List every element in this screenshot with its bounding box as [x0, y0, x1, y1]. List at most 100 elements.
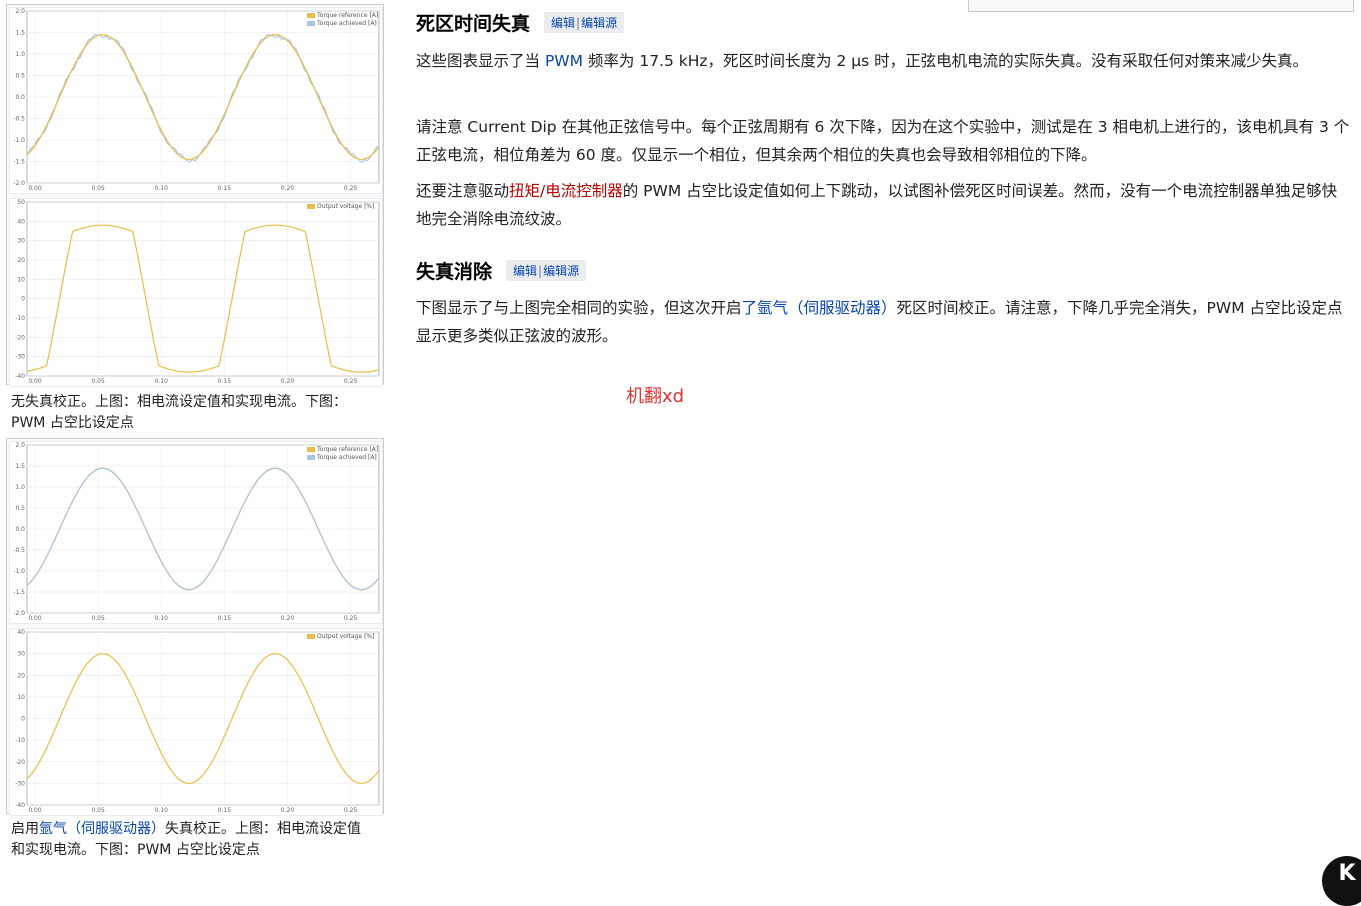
y-tick-label: 30	[17, 651, 25, 658]
y-tick-label: -20	[15, 334, 25, 341]
chart-voltage-no-correction: 50 40 30 20 10 0 -10 -20 -30 -400.00 0.05 0.10 0.15 0…	[9, 198, 383, 387]
legend-swatch	[307, 634, 315, 639]
paragraph-1: 这些图表显示了当 PWM 频率为 17.5 kHz，死区时间长度为 2 µs 时…	[416, 47, 1352, 75]
link-torque-controller[interactable]: 扭矩/电流控制器	[509, 182, 623, 200]
chart-torque-no-correction: 2.0 1.5 1.0 0.5 0.0 -0.5 -1.0 -1.5 -2.00.00 0.05 0…	[9, 7, 383, 194]
y-tick-label: -10	[15, 315, 25, 322]
x-tick-label: 0.05	[91, 615, 105, 622]
y-tick-label: -0.5	[13, 547, 25, 554]
y-tick-label: 1.0	[15, 484, 25, 491]
paragraph-3: 还要注意驱动扭矩/电流控制器的 PWM 占空比设定值如何上下跳动，以试图补偿死区…	[416, 177, 1352, 233]
y-tick-label: -1.5	[13, 589, 25, 596]
y-tick-label: 1.5	[15, 463, 25, 470]
figure-with-correction: 2.0 1.5 1.0 0.5 0.0 -0.5 -1.0 -1.5 -2.0 0.00 0.05 0…	[6, 438, 384, 816]
legend-swatch	[307, 447, 315, 452]
top-infobox-edge	[968, 0, 1354, 12]
y-tick-label: -30	[15, 354, 25, 361]
legend-label: Torque achieved [A]	[316, 20, 377, 27]
y-tick-label: 0.0	[15, 94, 25, 101]
caption-text: 无失真校正。上图：相电流设定值和实现电流。下图：PWM 占空比设定点	[11, 394, 347, 431]
figure-no-correction: 2.0 1.5 1.0 0.5 0.0 -0.5 -1.0 -1.5 -2.0 0.00 0.05 0…	[6, 4, 384, 387]
machine-translation-note: 机翻xd	[626, 386, 685, 407]
x-tick-label: 0.10	[155, 615, 169, 622]
edit-links: 编辑|编辑源	[506, 260, 587, 281]
section-heading-distortion-elimination: 失真消除 编辑|编辑源	[416, 257, 587, 284]
y-tick-label: -1.5	[13, 159, 25, 166]
link-pwm[interactable]: PWM	[545, 52, 583, 70]
text: 还要注意驱动	[416, 182, 510, 200]
x-tick-label: 0.15	[218, 615, 232, 622]
x-tick-label: 0.10	[155, 378, 169, 385]
x-tick-label: 0.20	[281, 615, 295, 622]
y-tick-label: -2.0	[13, 610, 25, 617]
legend-label: Output voltage [%]	[317, 633, 374, 640]
x-tick-label: 0.25	[344, 615, 358, 622]
y-tick-label: 20	[17, 257, 25, 264]
x-tick-label: 0.00	[28, 615, 42, 622]
x-tick-label: 0.25	[344, 807, 358, 814]
figure-caption-no-correction: 无失真校正。上图：相电流设定值和实现电流。下图：PWM 占空比设定点	[11, 392, 371, 434]
edit-link[interactable]: 编辑	[551, 16, 575, 30]
paragraph-4: 下图显示了与上图完全相同的实验，但这次开启了氩气（伺服驱动器）死区时间校正。请注…	[416, 294, 1352, 350]
x-tick-label: 0.10	[155, 807, 169, 814]
y-tick-label: -2.0	[13, 180, 25, 187]
y-tick-label: -20	[15, 759, 25, 766]
x-tick-label: 0.20	[281, 807, 295, 814]
y-tick-label: 40	[17, 629, 25, 636]
y-tick-label: -30	[15, 780, 25, 787]
y-tick-label: -10	[15, 737, 25, 744]
x-tick-label: 0.25	[344, 378, 358, 385]
chart-torque-with-correction: 2.0 1.5 1.0 0.5 0.0 -0.5 -1.0 -1.5 -2.00.00 0.05 0…	[9, 441, 383, 624]
figure-caption-with-correction: 启用氩气（伺服驱动器）失真校正。上图：相电流设定值和实现电流。下图：PWM 占空…	[11, 819, 371, 861]
heading-text: 失真消除	[416, 261, 493, 283]
x-tick-label: 0.00	[28, 807, 42, 814]
x-tick-label: 0.05	[91, 185, 105, 192]
x-tick-label: 0.05	[91, 378, 105, 385]
edit-links: 编辑|编辑源	[544, 12, 625, 33]
y-tick-label: 30	[17, 238, 25, 245]
edit-source-link[interactable]: 编辑源	[581, 16, 617, 30]
y-tick-label: 0	[21, 296, 25, 303]
x-tick-label: 0.00	[28, 185, 42, 192]
y-tick-label: 1.0	[15, 51, 25, 58]
y-tick-label: -40	[15, 802, 25, 809]
x-tick-label: 0.15	[218, 185, 232, 192]
text: 这些图表显示了当	[416, 52, 545, 70]
text: 下图显示了与上图完全相同的实验，但这次开启	[416, 299, 742, 317]
y-tick-label: 40	[17, 218, 25, 225]
x-tick-label: 0.05	[91, 807, 105, 814]
y-tick-label: -0.5	[13, 116, 25, 123]
x-tick-label: 0.25	[344, 185, 358, 192]
y-tick-label: 20	[17, 672, 25, 679]
edit-link[interactable]: 编辑	[513, 264, 537, 278]
y-tick-label: 50	[17, 199, 25, 206]
edit-source-link[interactable]: 编辑源	[543, 264, 579, 278]
caption-prefix: 启用	[11, 821, 39, 837]
y-tick-label: 0.5	[15, 505, 25, 512]
legend-label: Output voltage [%]	[317, 203, 374, 210]
y-tick-label: 0	[21, 716, 25, 723]
legend-label: Torque reference [A]	[316, 12, 378, 19]
y-tick-label: 2.0	[15, 442, 25, 449]
chart-voltage-with-correction: 40 30 20 10 0 -10 -20 -30 -400.00 0.05 0.10 0.15 0.2…	[9, 628, 383, 816]
y-tick-label: 2.0	[15, 8, 25, 15]
y-tick-label: -40	[15, 373, 25, 380]
caption-link-argon[interactable]: 氩气（伺服驱动器）	[39, 821, 165, 837]
y-tick-label: -1.0	[13, 568, 25, 575]
corner-badge[interactable]: K	[1322, 856, 1361, 906]
y-tick-label: -1.0	[13, 137, 25, 144]
y-tick-label: 10	[17, 694, 25, 701]
legend-swatch	[307, 21, 315, 26]
x-tick-label: 0.20	[281, 185, 295, 192]
link-argon[interactable]: 了氩气（伺服驱动器）	[742, 299, 897, 317]
heading-text: 死区时间失真	[416, 13, 531, 35]
y-tick-label: 0.5	[15, 73, 25, 80]
x-tick-label: 0.20	[281, 378, 295, 385]
legend-swatch	[307, 204, 315, 209]
y-tick-label: 1.5	[15, 30, 25, 37]
x-tick-label: 0.15	[218, 807, 232, 814]
legend-label: Torque reference [A]	[316, 446, 378, 453]
legend-swatch	[307, 455, 315, 460]
x-tick-label: 0.10	[155, 185, 169, 192]
y-tick-label: 0.0	[15, 526, 25, 533]
